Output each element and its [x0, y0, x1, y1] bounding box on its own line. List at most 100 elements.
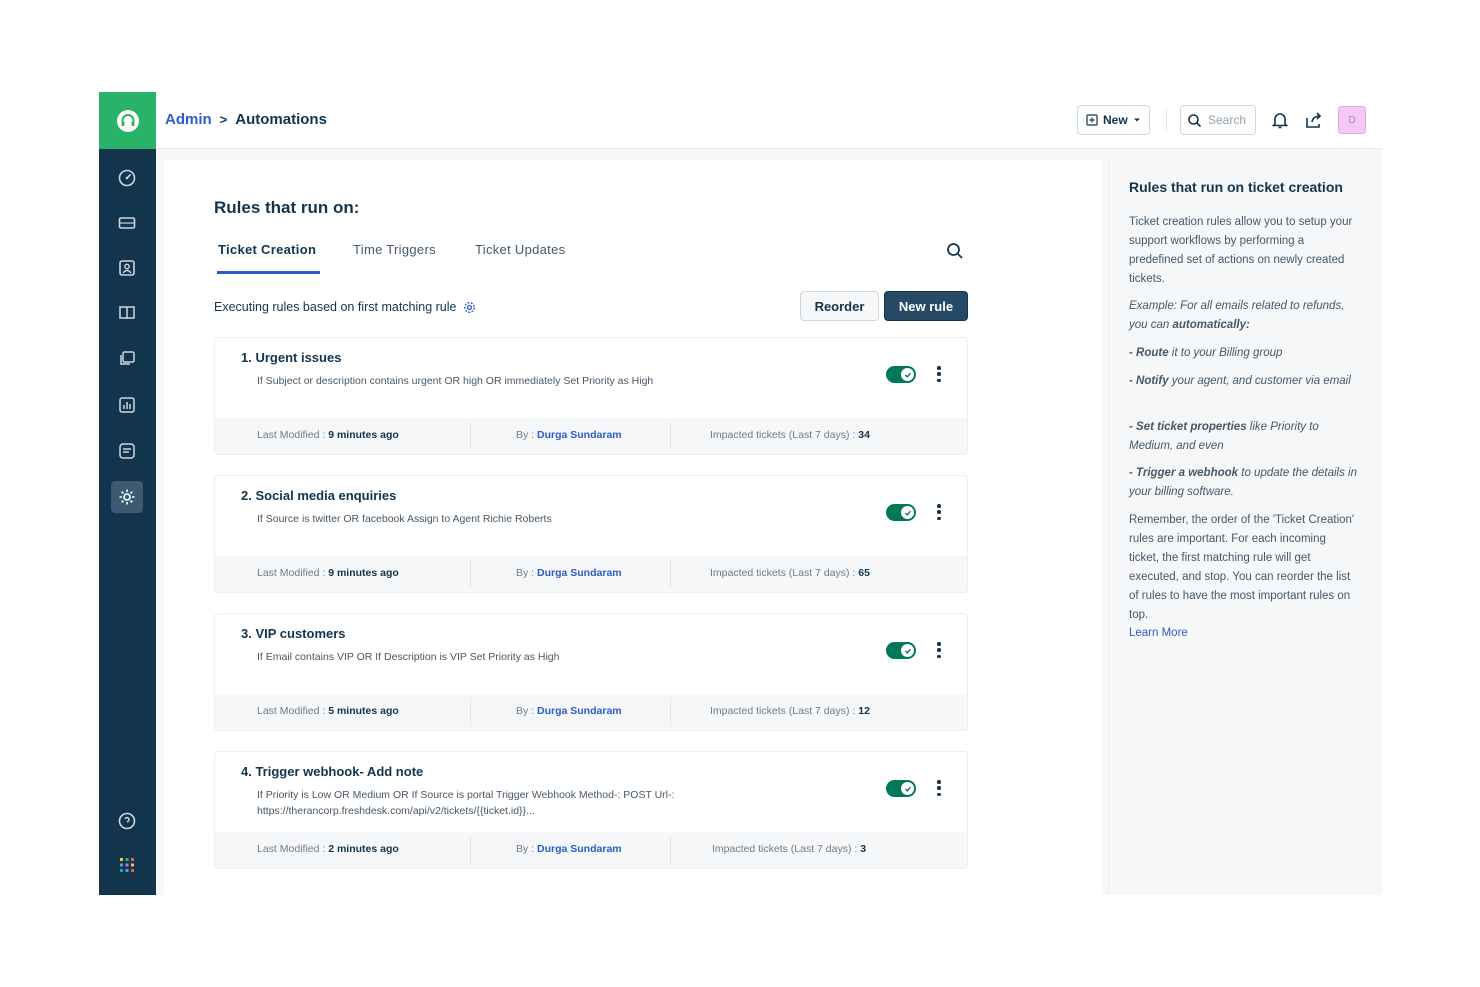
modified-by: By : Durga Sundaram [516, 429, 622, 441]
rule-footer: Last Modified : 2 minutes ago By : Durga… [215, 832, 967, 868]
author-link[interactable]: Durga Sundaram [537, 843, 622, 855]
header-divider [1166, 109, 1167, 131]
rule-enabled-toggle[interactable] [886, 366, 916, 383]
tickets-icon [118, 217, 136, 229]
sidebar-item-dashboard[interactable] [111, 162, 143, 194]
sidebar-item-reports[interactable] [111, 389, 143, 421]
last-modified: Last Modified : 5 minutes ago [257, 705, 399, 717]
search-icon[interactable] [945, 241, 965, 261]
search-icon [1188, 113, 1202, 127]
rule-footer: Last Modified : 9 minutes ago By : Durga… [215, 418, 967, 454]
sidebar-item-discussions[interactable] [111, 435, 143, 467]
sidebar-item-tickets[interactable] [111, 207, 143, 239]
execution-mode-text: Executing rules based on first matching … [214, 300, 476, 314]
tab-ticket-creation[interactable]: Ticket Creation [218, 242, 316, 257]
toggle-check-icon [901, 506, 914, 519]
more-options-icon[interactable] [933, 778, 945, 798]
sidebar-item-forums[interactable] [111, 343, 143, 375]
tab-time-triggers[interactable]: Time Triggers [353, 242, 436, 257]
sidebar [99, 92, 156, 895]
toggle-check-icon [901, 368, 914, 381]
help-intro: Ticket creation rules allow you to setup… [1129, 216, 1353, 285]
bell-icon [1271, 113, 1289, 129]
page-title: Rules that run on: [214, 198, 360, 217]
impacted-tickets: Impacted tickets (Last 7 days) : 65 [710, 567, 870, 579]
impacted-tickets: Impacted tickets (Last 7 days) : 34 [710, 429, 870, 441]
admin-icon [119, 489, 135, 505]
execution-mode-label: Executing rules based on first matching … [214, 300, 457, 314]
breadcrumb-admin-link[interactable]: Admin [165, 111, 212, 128]
rule-enabled-toggle[interactable] [886, 642, 916, 659]
discussions-icon [119, 443, 135, 459]
avatar[interactable]: D [1338, 106, 1366, 134]
help-title: Rules that run on ticket creation [1129, 179, 1343, 195]
modified-by: By : Durga Sundaram [516, 843, 622, 855]
top-header: Admin > Automations New Search D [156, 92, 1382, 149]
new-button[interactable]: New [1077, 105, 1150, 135]
toggle-check-icon [901, 782, 914, 795]
rule-enabled-toggle[interactable] [886, 504, 916, 521]
more-options-icon[interactable] [933, 502, 945, 522]
new-rule-button[interactable]: New rule [884, 291, 968, 321]
sidebar-item-contacts[interactable] [111, 252, 143, 284]
author-link[interactable]: Durga Sundaram [537, 567, 622, 579]
last-modified: Last Modified : 9 minutes ago [257, 567, 399, 579]
reorder-button[interactable]: Reorder [800, 291, 879, 321]
help-bullet: - Trigger a webhook to update the detail… [1129, 467, 1357, 498]
dashboard-icon [118, 169, 136, 187]
last-modified: Last Modified : 9 minutes ago [257, 429, 399, 441]
rule-condition: If Subject or description contains urgen… [257, 375, 654, 387]
help-icon [118, 812, 136, 830]
rule-tabs: Ticket Creation Time Triggers Ticket Upd… [214, 238, 968, 274]
help-bullet: - Notify your agent, and customer via em… [1129, 375, 1351, 387]
last-modified: Last Modified : 2 minutes ago [257, 843, 399, 855]
more-options-icon[interactable] [933, 640, 945, 660]
rule-name: 2. Social media enquiries [241, 488, 397, 503]
notifications-button[interactable] [1268, 108, 1292, 132]
toggle-check-icon [901, 644, 914, 657]
rule-enabled-toggle[interactable] [886, 780, 916, 797]
help-example: Example: For all emails related to refun… [1129, 300, 1345, 331]
new-button-label: New [1103, 113, 1128, 127]
chevron-down-icon [1133, 118, 1140, 122]
brand-logo[interactable] [99, 92, 156, 149]
help-bullet: - Set ticket properties like Priority to… [1129, 421, 1319, 452]
breadcrumb: Admin > Automations [165, 111, 327, 128]
rule-card[interactable]: 1. Urgent issues If Subject or descripti… [214, 337, 968, 455]
more-options-icon[interactable] [933, 364, 945, 384]
main-panel: Rules that run on: Ticket Creation Time … [164, 160, 1102, 895]
sidebar-item-apps[interactable] [111, 849, 143, 881]
author-link[interactable]: Durga Sundaram [537, 429, 622, 441]
impacted-tickets: Impacted tickets (Last 7 days) : 3 [712, 843, 867, 855]
rule-card[interactable]: 2. Social media enquiries If Source is t… [214, 475, 968, 593]
author-link[interactable]: Durga Sundaram [537, 705, 622, 717]
search-input[interactable]: Search [1180, 105, 1256, 135]
rule-condition: If Priority is Low OR Medium OR If Sourc… [257, 789, 675, 817]
sidebar-item-solutions[interactable] [111, 297, 143, 329]
breadcrumb-separator: > [219, 112, 228, 127]
new-icon [1086, 114, 1098, 126]
settings-gear-icon[interactable] [463, 301, 476, 314]
rule-name: 1. Urgent issues [241, 350, 342, 365]
sidebar-item-help[interactable] [111, 805, 143, 837]
solutions-icon [119, 306, 135, 320]
tab-ticket-updates[interactable]: Ticket Updates [475, 242, 565, 257]
headset-logo-icon [116, 109, 139, 132]
help-remember: Remember, the order of the 'Ticket Creat… [1129, 514, 1355, 621]
sidebar-item-admin[interactable] [111, 481, 143, 513]
rule-card[interactable]: 4. Trigger webhook- Add note If Priority… [214, 751, 968, 869]
modified-by: By : Durga Sundaram [516, 705, 622, 717]
help-panel: Rules that run on ticket creation Ticket… [1108, 160, 1374, 895]
app-window: Admin > Automations New Search D Rules t… [99, 92, 1382, 895]
breadcrumb-current: Automations [235, 111, 327, 128]
impacted-tickets: Impacted tickets (Last 7 days) : 12 [710, 705, 870, 717]
share-button[interactable] [1302, 108, 1326, 132]
rule-footer: Last Modified : 9 minutes ago By : Durga… [215, 556, 967, 592]
rule-card[interactable]: 3. VIP customers If Email contains VIP O… [214, 613, 968, 731]
rule-footer: Last Modified : 5 minutes ago By : Durga… [215, 694, 967, 730]
forums-icon [120, 351, 135, 365]
rule-name: 4. Trigger webhook- Add note [241, 764, 424, 779]
rule-name: 3. VIP customers [241, 626, 346, 641]
apps-grid-icon [120, 858, 134, 872]
learn-more-link[interactable]: Learn More [1129, 624, 1357, 643]
